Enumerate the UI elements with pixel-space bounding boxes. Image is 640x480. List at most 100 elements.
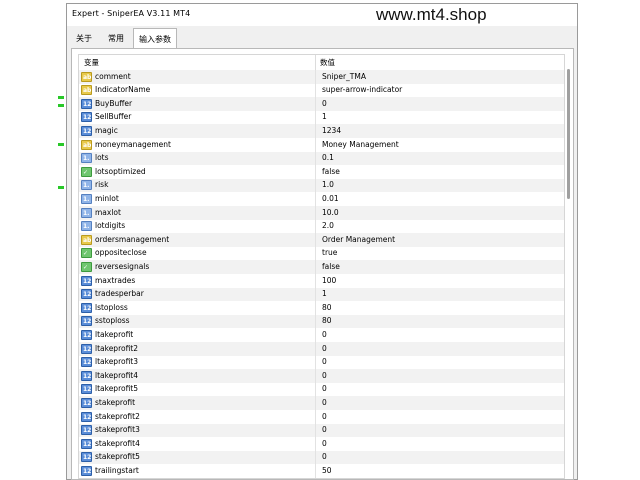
tab-inputs[interactable]: 输入参数 xyxy=(133,28,177,50)
parameter-value[interactable]: false xyxy=(322,167,340,176)
table-row[interactable]: 1. maxlot 10.0 xyxy=(79,206,564,220)
row-separator xyxy=(315,246,316,261)
parameter-value[interactable]: 80 xyxy=(322,316,332,325)
table-row[interactable]: 12 trailingstart 50 xyxy=(79,464,564,478)
parameter-value[interactable]: 1234 xyxy=(322,126,341,135)
parameter-value[interactable]: 0 xyxy=(322,452,327,461)
icon-glyph: 12 xyxy=(83,454,92,462)
table-row[interactable]: 12 tradesperbar 1 xyxy=(79,287,564,302)
column-divider[interactable] xyxy=(315,55,316,70)
table-row[interactable]: 12 ltakeprofit 0 xyxy=(79,328,564,342)
parameter-value[interactable]: 0 xyxy=(322,439,327,448)
table-row[interactable]: ✓ oppositeclose true xyxy=(79,246,564,261)
table-row[interactable]: 12 stakeprofit5 0 xyxy=(79,450,564,465)
table-row[interactable]: ✓ lotsoptimized false xyxy=(79,165,564,179)
table-row[interactable]: 12 stakeprofit2 0 xyxy=(79,410,564,424)
table-row[interactable]: 12 SellBuffer 1 xyxy=(79,110,564,125)
parameter-value[interactable]: Money Management xyxy=(322,140,399,149)
parameter-value[interactable]: 1 xyxy=(322,289,327,298)
table-row[interactable]: 12 stakeprofit4 0 xyxy=(79,437,564,451)
table-row[interactable]: ab ordersmanagement Order Management xyxy=(79,233,564,247)
parameter-value[interactable]: 0.01 xyxy=(322,194,339,203)
parameter-value[interactable]: 50 xyxy=(322,466,332,475)
parameter-value[interactable]: true xyxy=(322,248,337,257)
parameter-value[interactable]: 0 xyxy=(322,398,327,407)
parameter-name: lstoploss xyxy=(95,302,128,312)
boolean-icon: ✓ xyxy=(81,248,92,259)
parameter-value[interactable]: super-arrow-indicator xyxy=(322,85,402,94)
table-row[interactable]: 12 ltakeprofit5 0 xyxy=(79,382,564,397)
parameter-name: oppositeclose xyxy=(95,248,147,258)
table-row[interactable]: 12 sstoploss 80 xyxy=(79,314,564,329)
table-row[interactable]: 12 ltakeprofit3 0 xyxy=(79,355,564,370)
row-separator xyxy=(315,165,316,179)
row-separator xyxy=(315,314,316,329)
vertical-scrollbar[interactable] xyxy=(567,69,570,199)
icon-glyph: ab xyxy=(83,73,92,81)
table-row[interactable]: 12 maxtrades 100 xyxy=(79,274,564,288)
parameter-name: stakeprofit5 xyxy=(95,452,140,462)
parameter-value[interactable]: 100 xyxy=(322,276,336,285)
parameter-value[interactable]: 1 xyxy=(322,112,327,121)
title-bar[interactable]: Expert - SniperEA V3.11 MT4 xyxy=(67,4,577,26)
row-separator xyxy=(315,464,316,478)
row-separator xyxy=(315,274,316,288)
parameter-name: reversesignals xyxy=(95,261,150,271)
table-row[interactable]: 12 magic 1234 xyxy=(79,124,564,138)
table-row[interactable]: 12 lstoploss 80 xyxy=(79,301,564,315)
table-row[interactable]: 1. lots 0.1 xyxy=(79,151,564,166)
parameter-value[interactable]: Sniper_TMA xyxy=(322,72,366,81)
parameter-value[interactable]: 2.0 xyxy=(322,221,334,230)
table-row[interactable]: ab IndicatorName super-arrow-indicator xyxy=(79,83,564,98)
icon-glyph: 12 xyxy=(83,372,92,380)
table-row[interactable]: 12 stakeprofit3 0 xyxy=(79,423,564,438)
parameter-value[interactable]: 0 xyxy=(322,344,327,353)
parameter-value[interactable]: 0 xyxy=(322,371,327,380)
table-row[interactable]: ✓ reversesignals false xyxy=(79,260,564,274)
column-header-variable[interactable]: 变量 xyxy=(84,57,99,68)
row-separator xyxy=(315,233,316,247)
parameter-name: ltakeprofit xyxy=(95,329,134,339)
parameter-name: trailingstart xyxy=(95,465,139,475)
parameter-value[interactable]: 0 xyxy=(322,357,327,366)
double-icon: 1. xyxy=(81,221,92,232)
expert-properties-dialog: Expert - SniperEA V3.11 MT4 关于 常用 输入参数 变… xyxy=(66,3,578,480)
icon-glyph: 12 xyxy=(83,127,92,135)
string-icon: ab xyxy=(81,234,92,245)
parameter-value[interactable]: 80 xyxy=(322,303,332,312)
chart-candle-mark xyxy=(58,96,64,99)
row-separator xyxy=(315,382,316,397)
tab-common[interactable]: 常用 xyxy=(103,30,129,48)
parameter-name: risk xyxy=(95,180,109,190)
table-row[interactable]: 1. risk 1.0 xyxy=(79,178,564,193)
parameter-value[interactable]: 0 xyxy=(322,425,327,434)
icon-glyph: ✓ xyxy=(83,250,89,258)
column-header-value[interactable]: 数值 xyxy=(320,57,335,68)
parameter-value[interactable]: 1.0 xyxy=(322,180,334,189)
table-row[interactable]: 12 ltakeprofit2 0 xyxy=(79,342,564,356)
table-row[interactable]: ab moneymanagement Money Management xyxy=(79,138,564,152)
parameter-value[interactable]: 0 xyxy=(322,330,327,339)
icon-glyph: ab xyxy=(83,87,92,95)
row-separator xyxy=(315,83,316,98)
parameter-value[interactable]: 10.0 xyxy=(322,208,339,217)
parameter-value[interactable]: false xyxy=(322,262,340,271)
table-row[interactable]: 12 BuyBuffer 0 xyxy=(79,97,564,111)
parameter-value[interactable]: 0 xyxy=(322,412,327,421)
parameter-value[interactable]: 0.1 xyxy=(322,153,334,162)
tab-about[interactable]: 关于 xyxy=(71,30,97,48)
table-row[interactable]: ab comment Sniper_TMA xyxy=(79,70,564,84)
parameter-name: stakeprofit3 xyxy=(95,425,140,435)
icon-glyph: 12 xyxy=(83,291,92,299)
integer-icon: 12 xyxy=(81,343,92,354)
parameter-value[interactable]: 0 xyxy=(322,99,327,108)
parameter-value[interactable]: Order Management xyxy=(322,235,395,244)
parameter-value[interactable]: 0 xyxy=(322,384,327,393)
icon-glyph: ✓ xyxy=(83,168,89,176)
icon-glyph: ab xyxy=(83,236,92,244)
string-icon: ab xyxy=(81,85,92,96)
table-row[interactable]: 12 stakeprofit 0 xyxy=(79,396,564,410)
table-row[interactable]: 12 ltakeprofit4 0 xyxy=(79,369,564,383)
table-row[interactable]: 1. minlot 0.01 xyxy=(79,192,564,206)
table-row[interactable]: 1. lotdigits 2.0 xyxy=(79,219,564,234)
